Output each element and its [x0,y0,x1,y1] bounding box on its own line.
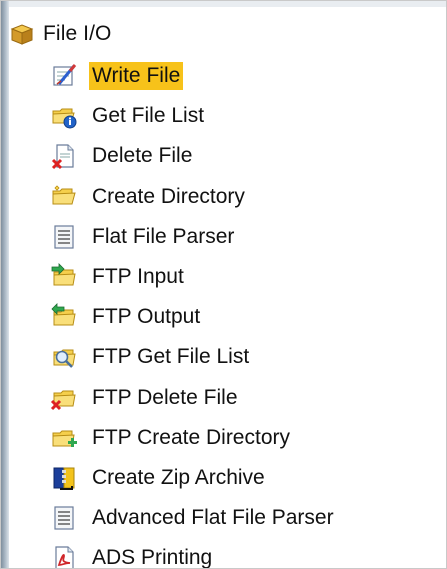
tree-item-ftp-create-directory[interactable]: FTP Create Directory [48,418,446,458]
tree-item-create-directory[interactable]: Create Directory [48,177,446,217]
tree-item-label: ADS Printing [92,546,213,569]
tree-item-label: Create Directory [92,184,245,208]
tree-item-label: Get File List [92,104,205,128]
folder-info-icon [48,100,80,132]
pdf-print-icon [48,542,80,568]
tree-item-label: FTP Get File List [92,345,250,369]
tree-item-label: Create Zip Archive [92,465,265,489]
tree-item-delete-file[interactable]: Delete File [48,136,446,176]
tree-item-ads-printing[interactable]: ADS Printing [48,538,446,569]
document-lines-icon [48,221,80,253]
write-file-icon [48,60,80,92]
panel-left-rail [1,1,9,568]
tree-item-advanced-flat-file-parser[interactable]: Advanced Flat File Parser [48,498,446,538]
tree-item-label: Delete File [92,144,193,168]
zip-archive-icon [48,462,80,494]
folder-icon [48,181,80,213]
tree-item-label: FTP Create Directory [92,425,290,449]
tree-children: Write File Get File List Delete File Cre… [48,56,446,569]
tree-node-file-io[interactable]: File I/O [9,16,111,52]
ftp-output-icon [48,301,80,333]
ftp-create-directory-icon [48,422,80,454]
delete-file-icon [48,140,80,172]
tree-item-label: Advanced Flat File Parser [92,506,334,530]
tree-item-label: Write File [89,62,184,91]
tree-item-ftp-input[interactable]: FTP Input [48,257,446,297]
tree-item-write-file[interactable]: Write File [48,56,446,96]
tree-item-label: Flat File Parser [92,224,235,248]
ftp-input-icon [48,261,80,293]
panel-top-border [1,1,446,7]
document-lines-icon [48,502,80,534]
ftp-delete-icon [48,382,80,414]
tree-item-ftp-output[interactable]: FTP Output [48,297,446,337]
tree-item-label: FTP Output [92,305,201,329]
tree-item-label: FTP Delete File [92,385,238,409]
tree-item-ftp-delete-file[interactable]: FTP Delete File [48,378,446,418]
ftp-search-icon [48,341,80,373]
tree-root-label: File I/O [43,22,112,45]
tree-item-label: FTP Input [92,265,184,289]
tree-item-create-zip-archive[interactable]: Create Zip Archive [48,458,446,498]
tree-item-get-file-list[interactable]: Get File List [48,96,446,136]
package-icon [9,21,35,47]
tree-panel: File I/O Write File Get File List Delete… [0,0,447,569]
tree-item-flat-file-parser[interactable]: Flat File Parser [48,217,446,257]
tree-item-ftp-get-file-list[interactable]: FTP Get File List [48,337,446,377]
